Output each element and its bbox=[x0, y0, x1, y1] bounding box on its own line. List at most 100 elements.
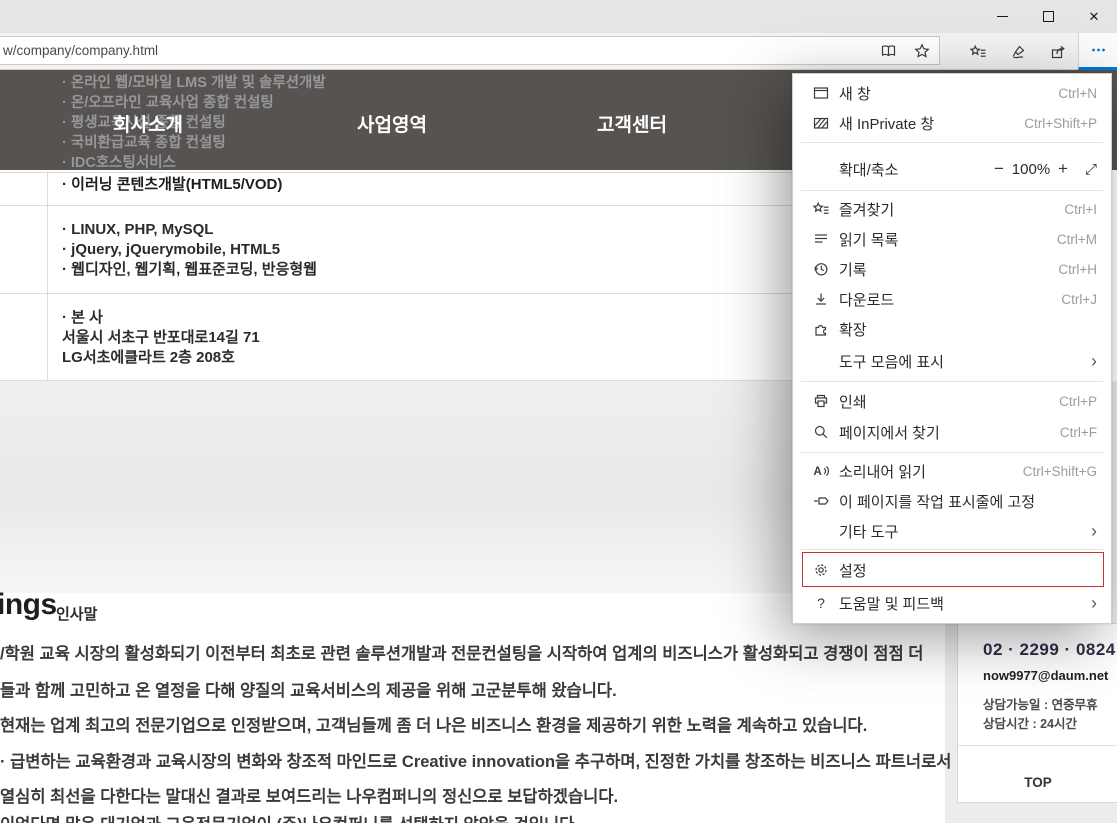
tech-line: · jQuery, jQuerymobile, HTML5 bbox=[62, 240, 317, 260]
close-button[interactable]: ✕ bbox=[1071, 0, 1117, 33]
hub-icon bbox=[970, 44, 987, 60]
menu-item-zoom: 확대/축소 − 100% + ⤢ bbox=[793, 154, 1111, 184]
maximize-icon bbox=[1043, 11, 1054, 22]
menu-separator bbox=[801, 549, 1103, 550]
greeting-line: 들과 함께 고민하고 온 열정을 다해 양질의 교육서비스의 제공을 위해 고군… bbox=[0, 677, 617, 701]
browser-window: ✕ w/company/company.html bbox=[0, 0, 1117, 823]
greeting-line: /학원 교육 시장의 활성화되기 이전부터 최초로 관련 솔루션개발과 전문컨설… bbox=[0, 640, 923, 664]
settings-gear-icon bbox=[811, 562, 831, 579]
menu-separator bbox=[801, 381, 1103, 382]
menu-item-settings[interactable]: 설정 bbox=[793, 555, 1111, 585]
web-note-button[interactable] bbox=[998, 33, 1038, 70]
menu-separator bbox=[801, 142, 1103, 143]
maximize-button[interactable] bbox=[1025, 0, 1071, 33]
share-button[interactable] bbox=[1038, 33, 1078, 70]
favorites-star-icon bbox=[811, 201, 831, 218]
zoom-level: 100% bbox=[1009, 161, 1053, 178]
greeting-title-en: ings bbox=[0, 588, 57, 622]
table-border bbox=[0, 205, 792, 206]
web-note-pen-icon bbox=[1010, 44, 1027, 60]
office-line: 서울시 서초구 반포대로14길 71 bbox=[62, 328, 260, 348]
service-item: · 온라인 웹/모바일 LMS 개발 및 솔루션개발 bbox=[62, 74, 326, 94]
url-text[interactable]: w/company/company.html bbox=[3, 43, 871, 58]
menu-item-more-tools[interactable]: 기타 도구 › bbox=[793, 516, 1111, 546]
service-item: · 온/오프라인 교육사업 종합 컨설팅 bbox=[62, 94, 326, 114]
greeting-title-ko: 인사말 bbox=[56, 603, 97, 624]
table-border bbox=[47, 172, 48, 380]
more-button[interactable] bbox=[1078, 33, 1117, 70]
menu-item-favorites[interactable]: 즐겨찾기 Ctrl+I bbox=[793, 194, 1111, 224]
greeting-line: · 급변하는 교육환경과 교육시장의 변화와 창조적 마인드로 Creative… bbox=[0, 748, 951, 772]
contact-hours: 상담시간 : 24시간 bbox=[983, 713, 1077, 732]
menu-item-new-window[interactable]: 새 창 Ctrl+N bbox=[793, 78, 1111, 108]
extensions-puzzle-icon bbox=[811, 321, 831, 338]
tech-cell: · LINUX, PHP, MySQL · jQuery, jQuerymobi… bbox=[62, 220, 317, 280]
office-cell: · 본 사 서울시 서초구 반포대로14길 71 LG서초에클라트 2층 208… bbox=[62, 308, 260, 368]
contact-box: 02 · 2299 · 0824 now9977@daum.net 상담가능일 … bbox=[957, 623, 1117, 803]
reading-view-book-icon[interactable] bbox=[871, 37, 905, 64]
services-list-background: · 온라인 웹/모바일 LMS 개발 및 솔루션개발 · 온/오프라인 교육사업… bbox=[62, 74, 326, 174]
share-icon bbox=[1050, 44, 1067, 60]
menu-item-extensions[interactable]: 확장 bbox=[793, 314, 1111, 344]
svg-text:A: A bbox=[813, 466, 821, 478]
scroll-top-button[interactable]: TOP bbox=[958, 762, 1117, 802]
service-item-elearning: · 이러닝 콘텐츠개발(HTML5/VOD) bbox=[62, 173, 282, 194]
pin-icon bbox=[811, 493, 831, 510]
browser-more-menu: 새 창 Ctrl+N 새 InPrivate 창 Ctrl+Shift+P 확대… bbox=[792, 73, 1112, 624]
divider bbox=[958, 745, 1117, 746]
office-line: LG서초에클라트 2층 208호 bbox=[62, 348, 260, 368]
greeting-line: 열심히 최선을 다한다는 말대신 결과로 보여드리는 나우컴퍼니의 정신으로 보… bbox=[0, 783, 618, 807]
contact-email: now9977@daum.net bbox=[983, 668, 1108, 683]
service-item: · IDC호스팅서비스 bbox=[62, 154, 326, 174]
zoom-in-button[interactable]: + bbox=[1053, 159, 1073, 179]
nav-item-business[interactable]: 사업영역 bbox=[357, 110, 427, 137]
office-line: · 본 사 bbox=[62, 308, 260, 328]
menu-item-find-on-page[interactable]: 페이지에서 찾기 Ctrl+F bbox=[793, 417, 1111, 447]
more-ellipsis-icon bbox=[1090, 42, 1107, 58]
new-window-icon bbox=[811, 85, 831, 102]
menu-item-show-in-toolbar[interactable]: 도구 모음에 표시 › bbox=[793, 346, 1111, 376]
menu-item-help-feedback[interactable]: ? 도움말 및 피드백 › bbox=[793, 588, 1111, 618]
menu-item-pin-to-taskbar[interactable]: 이 페이지를 작업 표시줄에 고정 bbox=[793, 486, 1111, 516]
greeting-line: 현재는 업계 최고의 전문기업으로 인정받으며, 고객님들께 좀 더 나은 비즈… bbox=[0, 712, 867, 736]
service-item: · 평생교육시설 종합 컨설팅 bbox=[62, 114, 326, 134]
address-bar[interactable]: w/company/company.html bbox=[0, 36, 940, 65]
chevron-right-icon: › bbox=[1091, 594, 1097, 612]
close-icon: ✕ bbox=[1089, 9, 1100, 25]
favorite-star-icon[interactable] bbox=[905, 37, 939, 64]
download-icon bbox=[811, 291, 831, 308]
menu-item-downloads[interactable]: 다운로드 Ctrl+J bbox=[793, 284, 1111, 314]
nav-item-company[interactable]: 회사소개 bbox=[113, 110, 183, 137]
menu-item-reading-list[interactable]: 읽기 목록 Ctrl+M bbox=[793, 224, 1111, 254]
zoom-out-button[interactable]: − bbox=[989, 159, 1009, 179]
menu-separator bbox=[801, 452, 1103, 453]
minimize-icon bbox=[997, 16, 1008, 17]
nav-item-customer[interactable]: 고객센터 bbox=[597, 110, 667, 137]
chevron-right-icon: › bbox=[1091, 522, 1097, 540]
find-magnifier-icon bbox=[811, 424, 831, 441]
tech-line: · LINUX, PHP, MySQL bbox=[62, 220, 317, 240]
service-item: · 국비환급교육 종합 컨설팅 bbox=[62, 134, 326, 154]
tech-line: · 웹디자인, 웹기획, 웹표준코딩, 반응형웹 bbox=[62, 260, 317, 280]
browser-toolbar: w/company/company.html bbox=[0, 33, 1117, 70]
chevron-right-icon: › bbox=[1091, 352, 1097, 370]
help-icon: ? bbox=[811, 595, 831, 612]
reading-list-icon bbox=[811, 231, 831, 248]
menu-separator bbox=[801, 190, 1103, 191]
menu-item-history[interactable]: 기록 Ctrl+H bbox=[793, 254, 1111, 284]
greeting-line: 이었다면 많은 대기업과 교육전문기업이 (주)나우컴퍼니를 선택하지 않았을 … bbox=[0, 811, 579, 823]
contact-days: 상담가능일 : 연중무휴 bbox=[983, 694, 1098, 713]
fullscreen-icon[interactable]: ⤢ bbox=[1085, 161, 1097, 178]
history-clock-icon bbox=[811, 261, 831, 278]
menu-item-read-aloud[interactable]: A 소리내어 읽기 Ctrl+Shift+G bbox=[793, 456, 1111, 486]
table-border bbox=[0, 293, 792, 294]
hub-button[interactable] bbox=[958, 33, 998, 70]
minimize-button[interactable] bbox=[979, 0, 1025, 33]
title-bar bbox=[0, 0, 1117, 33]
print-icon bbox=[811, 393, 831, 410]
contact-phone: 02 · 2299 · 0824 bbox=[983, 640, 1116, 660]
menu-item-new-inprivate[interactable]: 새 InPrivate 창 Ctrl+Shift+P bbox=[793, 108, 1111, 138]
read-aloud-icon: A bbox=[811, 463, 831, 480]
menu-item-print[interactable]: 인쇄 Ctrl+P bbox=[793, 386, 1111, 416]
inprivate-icon bbox=[811, 115, 831, 132]
